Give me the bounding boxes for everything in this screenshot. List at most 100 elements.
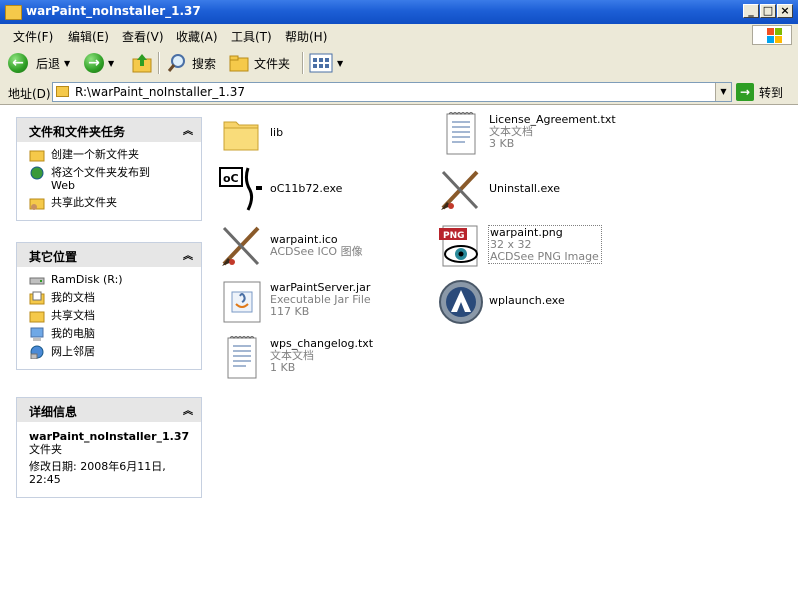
menu-favorites[interactable]: 收藏(A) xyxy=(176,28,218,45)
panel-title: 其它位置 xyxy=(29,250,78,264)
file-item[interactable]: wplaunch.exe xyxy=(437,278,647,326)
address-label: 地址(D) xyxy=(8,87,51,101)
place-label: 共享文档 xyxy=(51,309,95,322)
file-item[interactable]: Uninstall.exe xyxy=(437,166,647,214)
forward-button[interactable]: → ▼ xyxy=(84,51,114,75)
maximize-button[interactable]: □ xyxy=(760,4,776,18)
chevron-down-icon[interactable]: ▼ xyxy=(715,83,731,101)
folder-icon xyxy=(223,121,259,151)
file-tasks-panel: 文件和文件夹任务 ︽ 创建一个新文件夹 将这个文件夹发布到 Web 共享此文件夹 xyxy=(16,117,202,221)
search-button[interactable]: 搜索 xyxy=(166,51,216,75)
file-item[interactable]: License_Agreement.txt 文本文档 3 KB xyxy=(437,110,647,158)
file-item[interactable]: PNG warpaint.png 32 x 32 ACDSee PNG Imag… xyxy=(437,222,647,270)
place-ramdisk[interactable]: RamDisk (R:) xyxy=(29,273,193,287)
toolbar: ← 后退 ▼ → ▼ 搜索 文件夹 ▼ xyxy=(0,46,798,81)
file-size: 1 KB xyxy=(270,361,296,374)
task-new-folder[interactable]: 创建一个新文件夹 xyxy=(29,148,193,162)
other-places-panel: 其它位置 ︽ RamDisk (R:) 我的文档 共享文档 我的电脑 网上邻居 xyxy=(16,242,202,370)
task-pane: 文件和文件夹任务 ︽ 创建一个新文件夹 将这个文件夹发布到 Web 共享此文件夹 xyxy=(0,105,214,598)
file-item[interactable]: wps_changelog.txt 文本文档 1 KB xyxy=(218,334,428,382)
menu-edit[interactable]: 编辑(E) xyxy=(68,28,109,45)
go-arrow-icon: → xyxy=(736,83,754,101)
drive-icon xyxy=(29,277,45,285)
explorer-window: warPaint_noInstaller_1.37 _ □ × 文件(F) 编辑… xyxy=(0,0,798,598)
menu-tools[interactable]: 工具(T) xyxy=(231,28,272,45)
file-item[interactable]: lib xyxy=(218,110,428,158)
close-button[interactable]: × xyxy=(777,4,793,18)
file-item[interactable]: oC oC11b72.exe xyxy=(218,166,428,214)
address-input[interactable]: R:\warPaint_noInstaller_1.37 ▼ xyxy=(52,82,732,102)
file-name: wplaunch.exe xyxy=(489,294,565,307)
menu-help[interactable]: 帮助(H) xyxy=(285,28,327,45)
search-label: 搜索 xyxy=(192,56,217,71)
file-type: ACDSee ICO 图像 xyxy=(270,245,363,258)
file-size: 117 KB xyxy=(270,305,310,318)
my-documents-icon xyxy=(29,291,45,305)
place-network[interactable]: 网上邻居 xyxy=(29,345,193,359)
file-name: oC11b72.exe xyxy=(270,182,343,195)
place-my-computer[interactable]: 我的电脑 xyxy=(29,327,193,341)
address-bar: 地址(D) R:\warPaint_noInstaller_1.37 ▼ → 转… xyxy=(0,80,798,105)
back-arrow-icon: ← xyxy=(8,53,28,73)
file-item[interactable]: warpaint.ico ACDSee ICO 图像 xyxy=(218,222,428,270)
minimize-button[interactable]: _ xyxy=(743,4,759,18)
shared-folder-icon xyxy=(29,198,45,210)
menu-view[interactable]: 查看(V) xyxy=(122,28,164,45)
collapse-chevron-icon[interactable]: ︽ xyxy=(183,122,193,137)
chevron-down-icon[interactable]: ▼ xyxy=(337,59,343,68)
panel-header[interactable]: 详细信息 ︽ xyxy=(17,398,201,422)
chevron-down-icon[interactable]: ▼ xyxy=(64,59,70,68)
task-label: 将这个文件夹发布到 Web xyxy=(51,166,150,192)
folder-icon xyxy=(5,5,22,20)
text-document-icon xyxy=(446,112,476,155)
folders-button[interactable]: 文件夹 xyxy=(228,51,290,75)
go-label: 转到 xyxy=(759,85,784,100)
launcher-icon xyxy=(439,280,483,324)
windows-logo-icon xyxy=(752,25,792,45)
details-type: 文件夹 xyxy=(29,443,62,456)
png-image-icon: PNG xyxy=(439,225,478,267)
forward-arrow-icon: → xyxy=(84,53,104,73)
place-label: RamDisk (R:) xyxy=(51,273,123,286)
up-folder-icon xyxy=(132,54,152,73)
new-folder-icon xyxy=(29,150,45,162)
up-folder-button[interactable] xyxy=(131,51,153,75)
place-shared-documents[interactable]: 共享文档 xyxy=(29,309,193,323)
panel-header[interactable]: 文件和文件夹任务 ︽ xyxy=(17,118,201,142)
search-icon xyxy=(167,54,185,72)
oc-exe-icon: oC xyxy=(219,167,262,211)
network-icon xyxy=(30,345,44,359)
back-button[interactable]: ← 后退 ▼ xyxy=(8,51,70,75)
back-label: 后退 xyxy=(36,56,61,71)
place-label: 我的文档 xyxy=(51,291,95,304)
window-title: warPaint_noInstaller_1.37 xyxy=(26,4,201,18)
file-name: Uninstall.exe xyxy=(489,182,560,195)
details-name: warPaint_noInstaller_1.37 xyxy=(29,430,190,443)
folders-label: 文件夹 xyxy=(254,56,291,71)
panel-title: 详细信息 xyxy=(29,405,78,419)
my-computer-icon xyxy=(30,327,44,341)
folder-icon xyxy=(56,86,69,97)
file-type: ACDSee PNG Image xyxy=(490,250,599,263)
go-button[interactable]: → 转到 xyxy=(736,82,783,102)
collapse-chevron-icon[interactable]: ︽ xyxy=(183,402,193,417)
file-item[interactable]: warPaintServer.jar Executable Jar File 1… xyxy=(218,278,428,326)
jar-file-icon xyxy=(223,281,261,323)
collapse-chevron-icon[interactable]: ︽ xyxy=(183,247,193,262)
svg-text:oC: oC xyxy=(223,172,239,185)
chevron-down-icon[interactable]: ▼ xyxy=(108,59,114,68)
task-publish-web[interactable]: 将这个文件夹发布到 Web xyxy=(29,166,193,192)
paintbrush-icon xyxy=(441,170,479,210)
svg-text:PNG: PNG xyxy=(443,231,465,241)
panel-header[interactable]: 其它位置 ︽ xyxy=(17,243,201,267)
place-label: 我的电脑 xyxy=(51,327,95,340)
menu-file[interactable]: 文件(F) xyxy=(13,28,53,45)
shared-documents-icon xyxy=(29,311,45,323)
place-my-documents[interactable]: 我的文档 xyxy=(29,291,193,305)
title-bar[interactable]: warPaint_noInstaller_1.37 _ □ × xyxy=(0,0,798,24)
address-value: R:\warPaint_noInstaller_1.37 xyxy=(75,85,245,99)
views-button[interactable]: ▼ xyxy=(309,51,343,75)
panel-title: 文件和文件夹任务 xyxy=(29,125,126,139)
task-share-folder[interactable]: 共享此文件夹 xyxy=(29,196,193,210)
details-modified: 修改日期: 2008年6月11日, 22:45 xyxy=(29,460,166,486)
